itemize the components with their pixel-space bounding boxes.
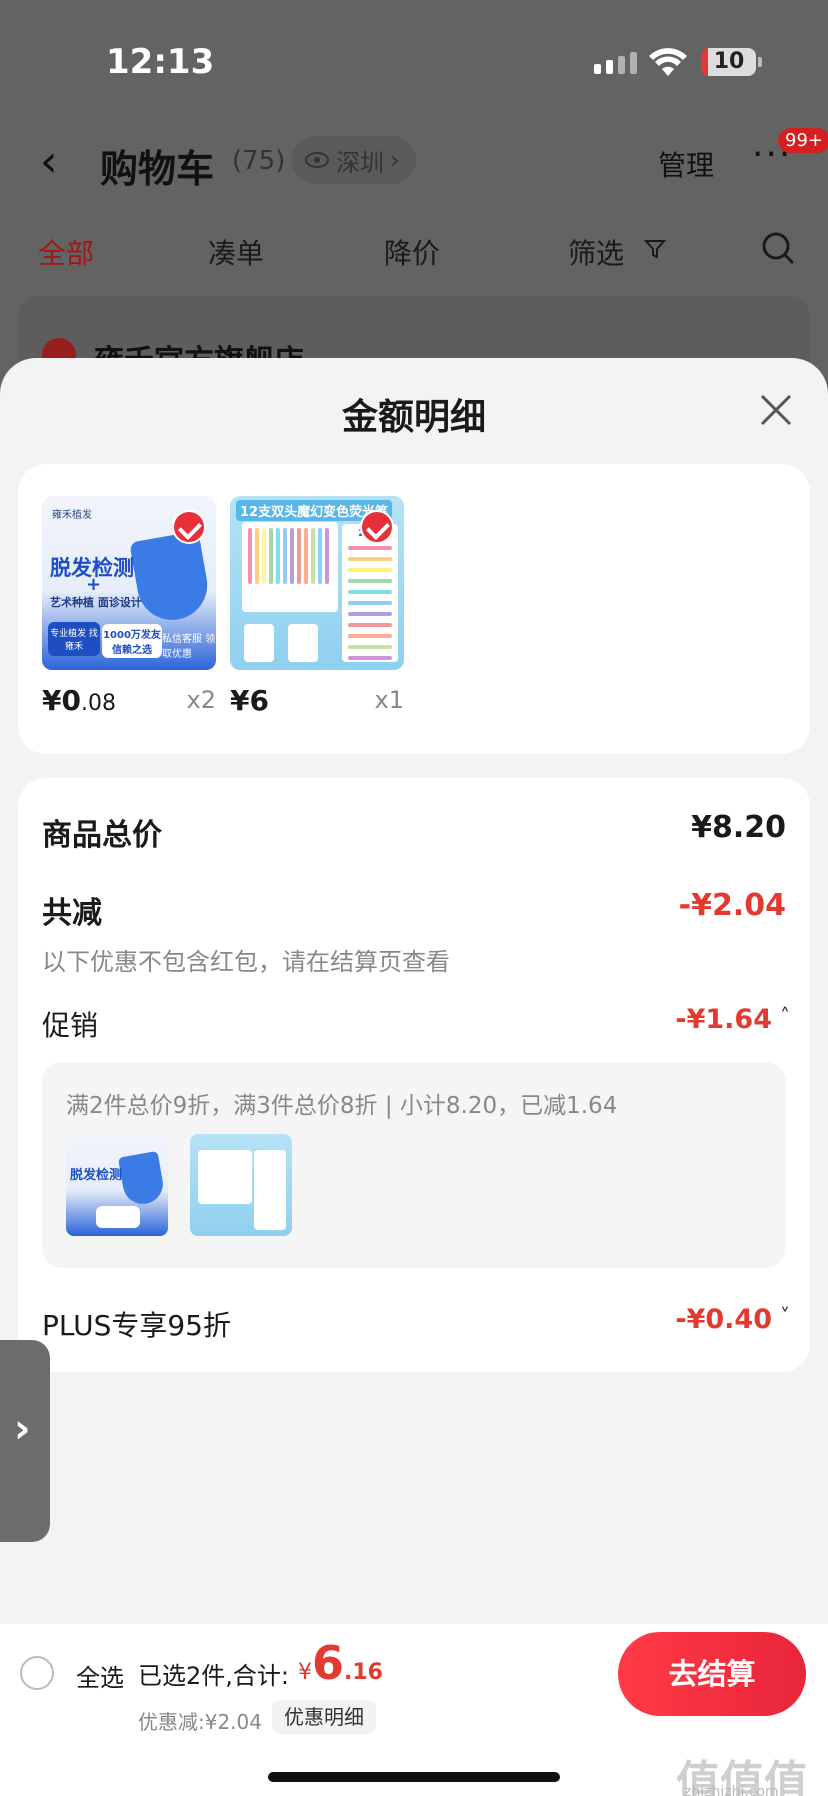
wifi-icon (649, 48, 687, 76)
product-thumbnail: 雍禾植发 脱发检测 + 艺术种植 面诊设计 专业植发 找雍禾 1000万发友 信… (42, 496, 216, 670)
thumb-slogan: 1000万发友 信赖之选 (102, 624, 162, 658)
cart-nav-bar: ‹ 购物车 (75) 深圳 › 管理 ··· 99+ (0, 128, 828, 191)
pen-detail-graphic (244, 624, 274, 662)
color-list-graphic: 24色 (342, 524, 398, 670)
product-item[interactable]: 12支双头魔幻变色荧光笔 24色 ¥6 x1 (230, 496, 404, 717)
cellular-signal-icon (594, 52, 637, 74)
thumb-headline: 脱发检测 (70, 1168, 123, 1183)
promotion-item-thumbnail: 脱发检测 (66, 1134, 168, 1236)
checkout-button[interactable]: 去结算 (618, 1632, 806, 1716)
location-selector[interactable]: 深圳 › (292, 136, 416, 184)
item-price: ¥6 (230, 684, 269, 717)
shield-graphic (117, 1150, 167, 1208)
pens-graphic (248, 528, 329, 584)
thumb-subline: 艺术种植 面诊设计 (50, 596, 142, 609)
side-drawer-handle[interactable]: › (0, 1340, 50, 1542)
shield-graphic (129, 530, 213, 626)
location-label: 深圳 (336, 148, 384, 177)
tab-price-drop[interactable]: 降价 (384, 232, 440, 272)
pen-box-graphic (198, 1150, 252, 1204)
total-reduction-value: -¥2.04 (678, 888, 786, 923)
promotion-item-thumbnail (190, 1134, 292, 1236)
message-badge: 99+ (778, 128, 828, 153)
select-all-radio[interactable] (20, 1656, 54, 1690)
chevron-up-icon[interactable]: ˄ (780, 1004, 790, 1028)
tab-filter[interactable]: 筛选 (568, 232, 624, 272)
goods-total-value: ¥8.20 (691, 810, 786, 845)
red-packet-note: 以下优惠不包含红包，请在结算页查看 (42, 948, 450, 976)
total-reduction-label: 共减 (42, 896, 102, 931)
watermark-url: zhizhizhi.com (684, 1784, 779, 1796)
filter-icon (644, 240, 666, 259)
status-bar: 12:13 10 (0, 36, 828, 86)
plus-discount-value[interactable]: -¥0.40 (675, 1304, 772, 1335)
thumb-logo: 雍禾植发 (52, 510, 92, 521)
color-list-graphic (254, 1150, 286, 1230)
amount-detail-sheet: 金额明细 雍禾植发 脱发检测 + 艺术种植 面诊设计 专业植发 找雍禾 1000… (0, 358, 828, 1796)
select-all-label[interactable]: 全选 (76, 1658, 124, 1693)
sheet-title: 金额明细 (341, 397, 486, 438)
selected-check-icon (360, 510, 394, 544)
promotion-value[interactable]: -¥1.64 (675, 1004, 772, 1035)
discount-amount: 优惠减:¥2.04 (138, 1710, 262, 1734)
plus-discount-label: PLUS专享95折 (42, 1309, 231, 1342)
promotion-rule: 满2件总价9折，满3件总价8折 | 小计8.20，已减1.64 (66, 1093, 618, 1119)
checkout-bar: 全选 已选2件,合计: ¥6.16 优惠减:¥2.04 优惠明细 去结算 值值值… (0, 1624, 828, 1796)
item-price: ¥0.08 (42, 684, 116, 717)
search-icon[interactable] (758, 228, 798, 268)
page-title: 购物车 (100, 147, 215, 191)
manage-button[interactable]: 管理 (658, 144, 714, 184)
selected-items-card: 雍禾植发 脱发检测 + 艺术种植 面诊设计 专业植发 找雍禾 1000万发友 信… (18, 464, 810, 754)
promotion-detail-box: 满2件总价9折，满3件总价8折 | 小计8.20，已减1.64 脱发检测 (42, 1062, 786, 1268)
item-quantity: x1 (374, 686, 404, 714)
battery-tip (758, 57, 762, 67)
pen-detail-graphic (288, 624, 318, 662)
cart-count: (75) (232, 146, 286, 176)
back-icon[interactable]: ‹ (40, 140, 58, 184)
tab-all[interactable]: 全部 (38, 232, 94, 272)
total-amount: ¥6.16 (298, 1636, 383, 1690)
price-summary-card: 商品总价 ¥8.20 共减 -¥2.04 以下优惠不包含红包，请在结算页查看 促… (18, 778, 810, 1372)
product-thumbnail: 12支双头魔幻变色荧光笔 24色 (230, 496, 404, 670)
chevron-down-icon[interactable]: ˅ (780, 1304, 790, 1328)
selected-summary: 已选2件,合计: (138, 1662, 289, 1690)
home-indicator[interactable] (268, 1772, 560, 1782)
promotion-label: 促销 (42, 1009, 99, 1042)
discount-detail-button[interactable]: 优惠明细 (272, 1700, 376, 1734)
thumb-slogan (96, 1206, 140, 1228)
chevron-right-icon: › (14, 1406, 31, 1452)
close-icon[interactable] (756, 390, 796, 430)
eye-icon (305, 152, 329, 168)
product-item[interactable]: 雍禾植发 脱发检测 + 艺术种植 面诊设计 专业植发 找雍禾 1000万发友 信… (42, 496, 216, 717)
battery-icon: 10 (702, 48, 756, 76)
tab-bundle[interactable]: 凑单 (208, 232, 264, 272)
chevron-right-icon: › (390, 146, 400, 174)
status-time: 12:13 (106, 42, 215, 82)
cart-tabs: 全部 凑单 降价 筛选 (0, 226, 828, 276)
selected-check-icon (172, 510, 206, 544)
thumb-service: 私信客服 领取优惠 (162, 634, 216, 660)
goods-total-label: 商品总价 (42, 818, 162, 853)
item-quantity: x2 (186, 686, 216, 714)
thumb-plus: + (86, 574, 102, 595)
thumb-tag: 专业植发 找雍禾 (48, 622, 100, 656)
